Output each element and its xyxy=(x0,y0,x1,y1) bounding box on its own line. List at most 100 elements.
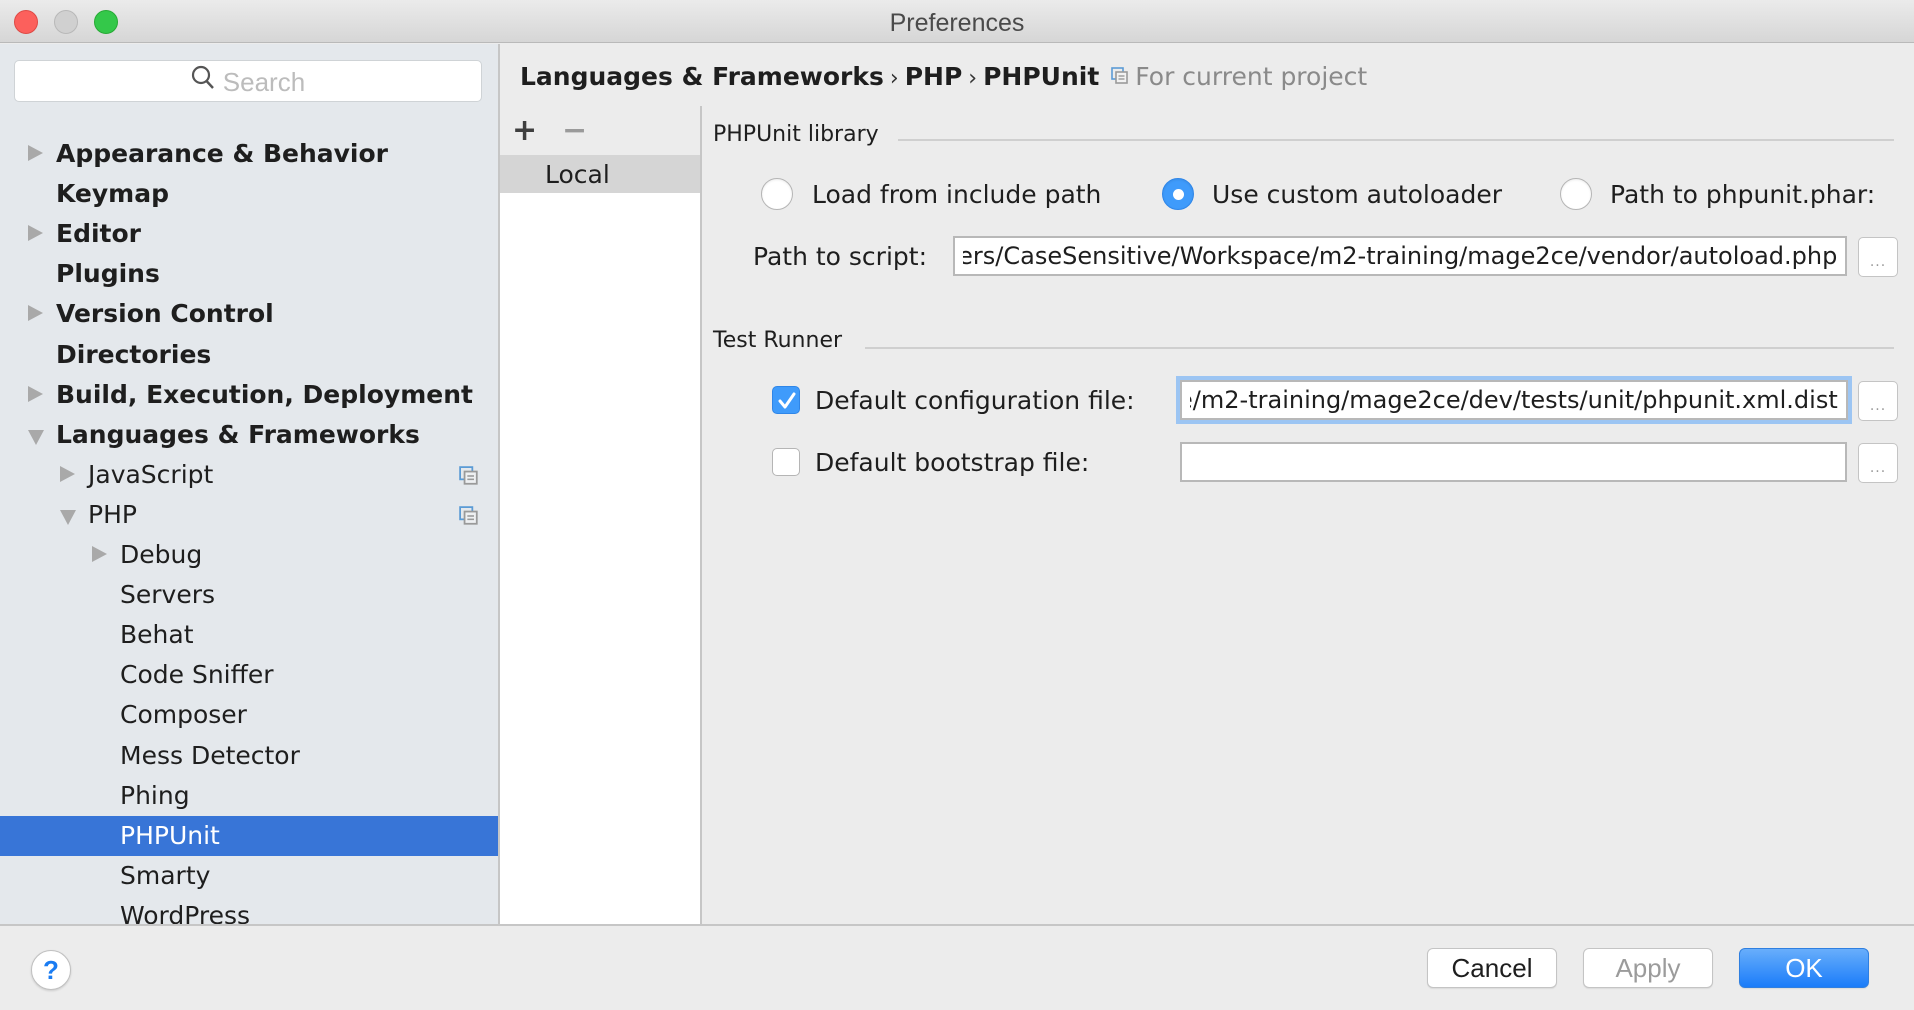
default-config-checkbox[interactable] xyxy=(772,386,800,414)
sidebar-item-servers[interactable]: Servers xyxy=(0,575,498,615)
sidebar-item-editor[interactable]: Editor xyxy=(0,214,498,254)
radio-use-custom-autoloader[interactable] xyxy=(1162,178,1194,210)
sidebar-item-label: Appearance & Behavior xyxy=(56,139,388,168)
sidebar-item-smarty[interactable]: Smarty xyxy=(0,856,498,896)
radio-label[interactable]: Path to phpunit.phar: xyxy=(1610,180,1875,209)
sidebar-item-label: Debug xyxy=(120,540,203,569)
list-item-label: Local xyxy=(545,160,610,189)
chevron-down-icon[interactable] xyxy=(60,509,76,525)
sidebar-item-wordpress[interactable]: WordPress xyxy=(0,896,498,936)
sidebar-item-javascript[interactable]: JavaScript xyxy=(0,455,498,495)
chevron-right-icon[interactable] xyxy=(28,225,43,242)
radio-label[interactable]: Load from include path xyxy=(812,180,1101,209)
default-bootstrap-checkbox[interactable] xyxy=(772,448,800,476)
sidebar-item-build-execution-deployment[interactable]: Build, Execution, Deployment xyxy=(0,375,498,415)
sidebar-item-keymap[interactable]: Keymap xyxy=(0,174,498,214)
interpreter-list-toolbar: + − xyxy=(500,110,700,155)
default-bootstrap-label[interactable]: Default bootstrap file: xyxy=(815,448,1089,477)
sidebar-item-label: Phing xyxy=(120,780,190,810)
help-button[interactable]: ? xyxy=(31,950,71,990)
sidebar-item-version-control[interactable]: Version Control xyxy=(0,294,498,334)
radio-label[interactable]: Use custom autoloader xyxy=(1212,180,1502,209)
sidebar-item-languages-frameworks[interactable]: Languages & Frameworks xyxy=(0,415,498,455)
chevron-right-icon[interactable] xyxy=(28,385,43,402)
sidebar-item-php[interactable]: PHP xyxy=(0,495,498,535)
checkmark-icon xyxy=(778,392,796,409)
cancel-button[interactable]: Cancel xyxy=(1427,948,1557,988)
browse-script-button[interactable]: ... xyxy=(1858,237,1898,277)
list-item-local[interactable]: Local xyxy=(500,155,700,193)
sidebar-item-label: Languages & Frameworks xyxy=(56,419,420,449)
default-bootstrap-input[interactable] xyxy=(1182,444,1845,480)
default-config-input[interactable] xyxy=(1182,382,1846,418)
breadcrumb-separator: › xyxy=(968,66,978,91)
radio-path-to-phar[interactable] xyxy=(1560,178,1592,210)
ok-button[interactable]: OK xyxy=(1739,948,1869,988)
sidebar-item-label: Behat xyxy=(120,620,194,650)
search-icon xyxy=(191,65,215,98)
phpunit-library-group-title: PHPUnit library xyxy=(713,122,879,147)
scope-indicator: For current project xyxy=(1111,62,1367,91)
breadcrumb: Languages & Frameworks › PHP › PHPUnit For cu… xyxy=(520,62,1367,91)
project-scope-icon xyxy=(1111,62,1129,91)
default-config-field[interactable] xyxy=(1180,380,1848,420)
chevron-right-icon[interactable] xyxy=(28,305,43,322)
chevron-right-icon[interactable] xyxy=(28,145,43,161)
path-to-script-field[interactable] xyxy=(953,236,1847,276)
sidebar-item-label: Mess Detector xyxy=(120,740,300,770)
apply-button[interactable]: Apply xyxy=(1583,948,1713,988)
chevron-down-icon[interactable] xyxy=(28,429,44,445)
sidebar-item-behat[interactable]: Behat xyxy=(0,615,498,655)
group-divider xyxy=(898,139,1894,141)
sidebar-item-directories[interactable]: Directories xyxy=(0,335,498,375)
sidebar-item-label: Directories xyxy=(56,339,212,369)
path-to-script-label: Path to script: xyxy=(753,242,927,271)
sidebar-item-label: JavaScript xyxy=(88,459,214,489)
scope-label: For current project xyxy=(1135,62,1368,91)
sidebar-item-label: PHP xyxy=(88,499,137,529)
breadcrumb-item: PHPUnit xyxy=(983,62,1100,91)
window-title: Preferences xyxy=(889,9,1025,37)
sidebar-item-label: Build, Execution, Deployment xyxy=(56,379,473,409)
remove-icon[interactable]: − xyxy=(562,116,587,146)
browse-bootstrap-button[interactable]: ... xyxy=(1858,443,1898,483)
sidebar-item-label: Editor xyxy=(56,219,141,249)
interpreter-list: Local xyxy=(500,155,700,924)
test-runner-group-title: Test Runner xyxy=(713,328,843,353)
breadcrumb-item: Languages & Frameworks xyxy=(520,62,884,91)
sidebar-item-appearance-behavior[interactable]: Appearance & Behavior xyxy=(0,134,498,174)
sidebar-item-label: Smarty xyxy=(120,860,211,890)
sidebar-item-composer[interactable]: Composer xyxy=(0,695,498,735)
path-to-script-input[interactable] xyxy=(955,238,1845,274)
sidebar-item-label: Version Control xyxy=(56,299,274,329)
sidebar-item-label: Plugins xyxy=(56,259,160,289)
chevron-right-icon[interactable] xyxy=(92,546,107,562)
group-divider xyxy=(865,347,1894,349)
list-splitter[interactable] xyxy=(700,106,702,924)
default-config-label[interactable]: Default configuration file: xyxy=(815,386,1135,415)
search-placeholder: Search xyxy=(222,67,306,97)
settings-sidebar: Search Appearance & Behavior Keymap Editor… xyxy=(0,44,498,930)
sidebar-item-mess-detector[interactable]: Mess Detector xyxy=(0,736,498,776)
sidebar-item-plugins[interactable]: Plugins xyxy=(0,254,498,294)
sidebar-item-phpunit[interactable]: PHPUnit xyxy=(0,815,498,856)
add-icon[interactable]: + xyxy=(512,116,537,146)
title-bar: Preferences xyxy=(0,0,1914,43)
browse-config-button[interactable]: ... xyxy=(1858,381,1898,421)
sidebar-item-phing[interactable]: Phing xyxy=(0,776,498,816)
sidebar-item-label: Keymap xyxy=(56,179,170,209)
project-scope-icon xyxy=(459,506,479,526)
sidebar-item-label: Code Sniffer xyxy=(120,660,274,690)
breadcrumb-item: PHP xyxy=(904,62,963,91)
sidebar-item-debug[interactable]: Debug xyxy=(0,535,498,575)
radio-load-from-include-path[interactable] xyxy=(761,178,793,210)
search-input[interactable]: Search xyxy=(14,60,482,102)
sidebar-item-label: Composer xyxy=(120,700,247,730)
breadcrumb-separator: › xyxy=(889,66,899,91)
chevron-right-icon[interactable] xyxy=(60,465,75,482)
sidebar-item-label: Servers xyxy=(120,580,216,610)
sidebar-item-label: PHPUnit xyxy=(120,820,220,850)
project-scope-icon xyxy=(459,466,479,486)
sidebar-item-code-sniffer[interactable]: Code Sniffer xyxy=(0,655,498,695)
default-bootstrap-field[interactable] xyxy=(1180,442,1847,482)
